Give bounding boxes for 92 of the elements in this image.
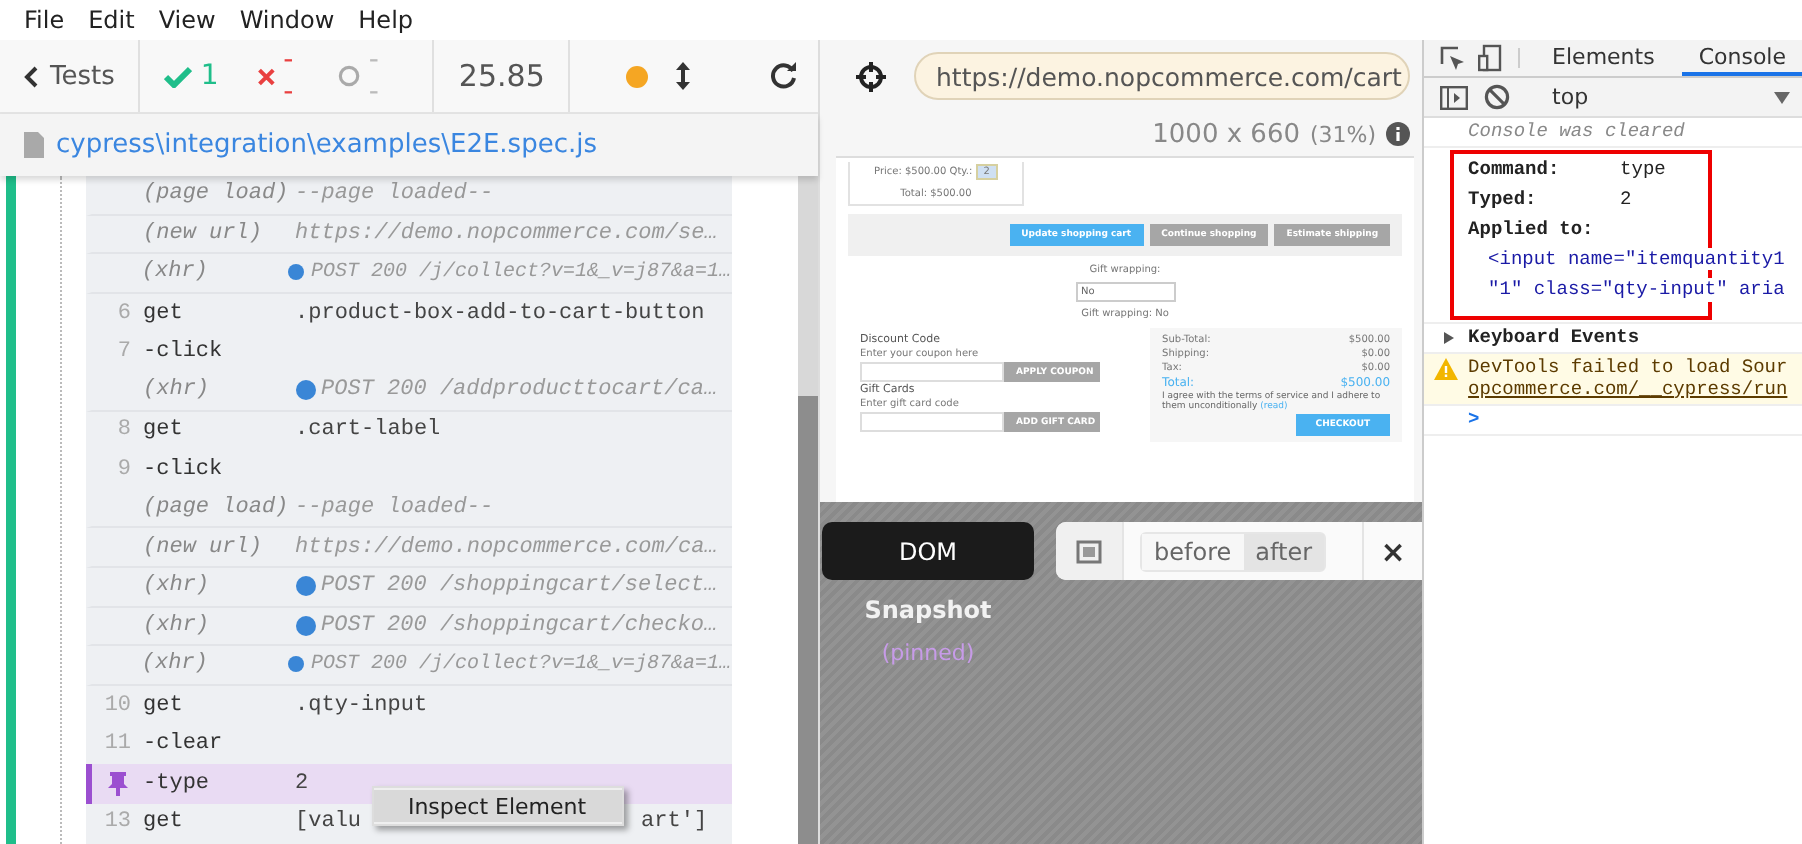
event-message: POST 200 /j/collect?v=1&_v=j87&a=1… [288, 261, 732, 284]
info-icon [1386, 122, 1411, 146]
event-name: (page load) [143, 496, 291, 521]
highlight-icon [1076, 539, 1102, 563]
console-prompt[interactable]: > [1468, 407, 1480, 430]
command-name: -type [143, 771, 212, 796]
event-name: (new url) [143, 221, 264, 246]
log-key: Command: [1468, 158, 1621, 180]
line-number: 7 [115, 340, 134, 365]
devtools-tab[interactable]: Elements [1536, 40, 1671, 76]
check-icon [164, 65, 193, 87]
inspect-icon [1440, 45, 1467, 71]
reload-icon [770, 62, 799, 90]
event-name: (xhr) [143, 378, 212, 403]
failed-count: -- [283, 44, 296, 108]
command-message: .cart-label [295, 418, 441, 443]
preview-input[interactable] [860, 362, 1004, 382]
menu-item[interactable]: Inspect Element [373, 790, 622, 822]
sidebar-icon [1440, 85, 1469, 109]
line-number: 13 [102, 810, 134, 835]
event-message: --page loaded-- [295, 496, 494, 521]
line-number: 6 [115, 301, 134, 326]
log-key: Typed: [1468, 188, 1621, 210]
circle-icon [338, 62, 361, 90]
event-name: (xhr) [141, 652, 210, 677]
viewport-size: 1000 x 660 [1152, 119, 1300, 149]
menu-item[interactable]: Window [227, 6, 347, 34]
snapshot-toggle[interactable]: after [1243, 533, 1325, 569]
event-message: https://demo.nopcommerce.com/ca… [295, 535, 718, 560]
command-message: art'] [641, 810, 708, 835]
pinned-label: (pinned) [881, 640, 975, 666]
vertical-arrows-icon [676, 62, 691, 90]
console-message: Console was cleared [1468, 120, 1685, 142]
duration: 25.85 [458, 58, 545, 94]
command-message: .product-box-add-to-cart-button [295, 301, 705, 326]
command-name[interactable]: -click [143, 340, 296, 365]
menu-item[interactable]: File [12, 6, 77, 34]
crosshair-icon [856, 61, 886, 91]
command-name[interactable]: -click [143, 457, 296, 482]
chevron-left-icon [24, 65, 38, 87]
scrollbar[interactable] [798, 176, 818, 844]
event-message: POST 200 /addproducttocart/ca… [295, 378, 718, 403]
cross-icon [258, 65, 276, 87]
block-icon [1484, 84, 1511, 110]
line-number: 9 [115, 457, 134, 482]
viewport-scale: (31%) [1310, 121, 1377, 147]
expand-triangle-icon[interactable] [1444, 331, 1455, 344]
line-number: 11 [102, 732, 134, 757]
dropdown-caret-icon [1774, 91, 1790, 103]
menu-item[interactable]: Edit [76, 6, 147, 34]
warning-message: DevTools failed to load Sour [1468, 355, 1788, 378]
command-name[interactable]: get [143, 693, 296, 718]
event-message: --page loaded-- [295, 182, 494, 207]
pin-icon [107, 771, 128, 796]
event-name: (page load) [143, 182, 291, 207]
line-number: 8 [115, 418, 134, 443]
warning-icon [1434, 357, 1459, 380]
command-message: [valu [295, 810, 362, 835]
event-name: (xhr) [141, 260, 210, 285]
command-message: .qty-input [295, 693, 428, 718]
event-message: https://demo.nopcommerce.com/se… [295, 221, 718, 246]
pending-count: -- [368, 44, 381, 108]
command-name[interactable]: get [143, 810, 296, 835]
snapshot-label: Snapshot [864, 596, 992, 624]
event-name: (new url) [143, 535, 264, 560]
preview-input[interactable] [860, 412, 1004, 432]
command-message: 2 [295, 771, 309, 796]
file-icon [24, 132, 44, 158]
line-number: 10 [102, 693, 134, 718]
menu-item[interactable]: View [146, 6, 228, 34]
command-name[interactable]: -clear [143, 732, 296, 757]
element-code: <input name="itemquantity1 [1488, 248, 1785, 271]
element-code: "1" class="qty-input" aria [1488, 278, 1785, 302]
event-name: (xhr) [143, 613, 212, 638]
tests-back-button[interactable]: Tests [0, 40, 141, 112]
highlight-button[interactable] [1056, 522, 1124, 580]
status-dot [626, 65, 649, 87]
log-value: 2 [1620, 188, 1632, 210]
console-group[interactable]: Keyboard Events [1468, 325, 1640, 348]
passed-count: 1 [200, 60, 219, 92]
source-link[interactable]: opcommerce.com/__cypress/run [1468, 377, 1788, 400]
command-name[interactable]: get [143, 301, 296, 326]
command-name[interactable]: get [143, 418, 296, 443]
log-value: type [1620, 158, 1666, 180]
event-message: POST 200 /shoppingcart/checko… [295, 613, 718, 638]
dom-label: DOM [822, 522, 1034, 580]
url-field[interactable]: https://demo.nopcommerce.com/cart [914, 52, 1411, 100]
event-message: POST 200 /shoppingcart/select… [295, 574, 718, 599]
log-key: Applied to: [1468, 218, 1594, 240]
menu-item[interactable]: Help [346, 6, 426, 34]
event-message: POST 200 /j/collect?v=1&_v=j87&a=1… [288, 653, 732, 676]
event-name: (xhr) [143, 574, 212, 599]
